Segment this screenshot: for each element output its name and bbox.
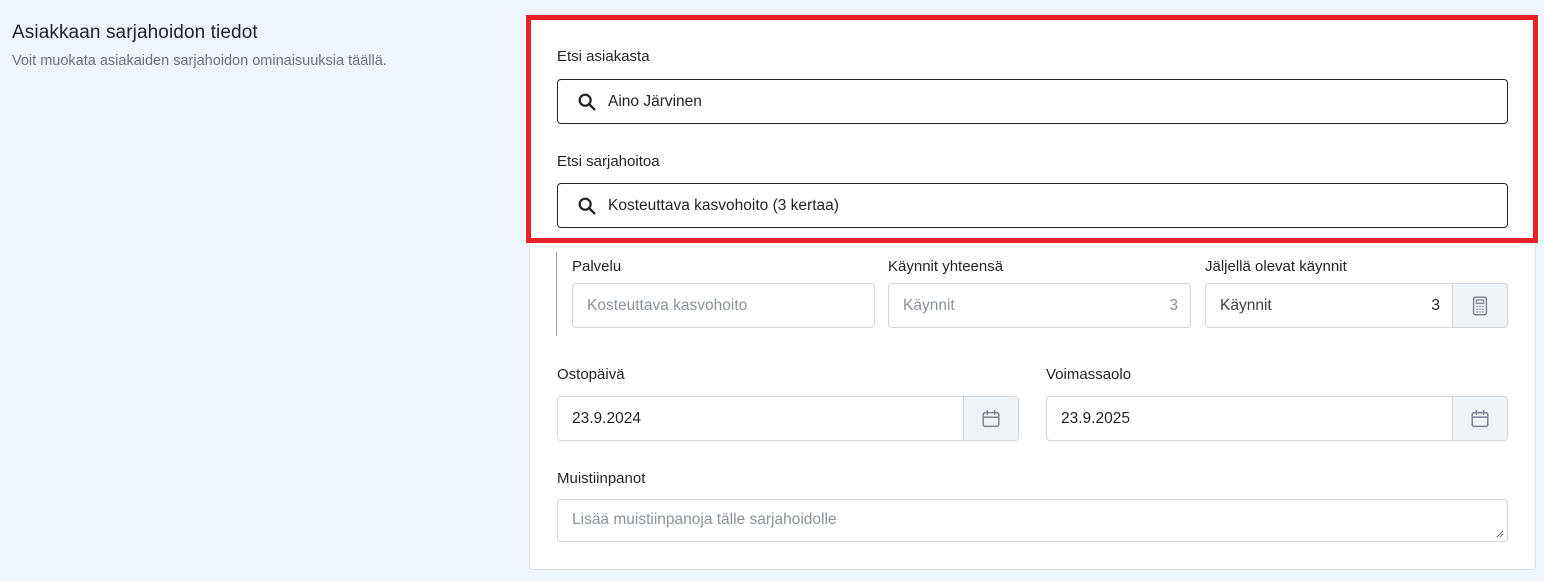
series-search-label: Etsi sarjahoitoa	[557, 153, 660, 170]
visits-total-field[interactable]: Käynnit 3	[888, 283, 1191, 328]
calculator-icon	[1472, 296, 1488, 315]
resize-handle-icon[interactable]	[1495, 529, 1504, 538]
service-field[interactable]: Kosteuttava kasvohoito	[572, 283, 875, 328]
highlight-box: Etsi asiakasta Aino Järvinen Etsi sarjah…	[526, 15, 1538, 243]
calculator-button[interactable]	[1452, 284, 1507, 327]
visits-total-text: Käynnit	[903, 296, 955, 314]
calendar-icon	[982, 409, 1000, 427]
series-search-input[interactable]: Kosteuttava kasvohoito (3 kertaa)	[557, 183, 1508, 228]
validity-label: Voimassaolo	[1046, 366, 1132, 383]
purchase-date-value: 23.9.2024	[572, 409, 641, 427]
purchase-date-picker-button[interactable]	[963, 397, 1018, 440]
notes-textarea[interactable]: Lisää muistiinpanoja tälle sarjahoidolle	[557, 499, 1508, 542]
section-title: Asiakkaan sarjahoidon tiedot	[12, 22, 258, 43]
visits-remaining-label: Jäljellä olevat käynnit	[1205, 258, 1347, 275]
purchase-date-field[interactable]: 23.9.2024	[557, 396, 1019, 441]
series-search-value: Kosteuttava kasvohoito (3 kertaa)	[608, 196, 839, 214]
notes-placeholder: Lisää muistiinpanoja tälle sarjahoidolle	[572, 511, 837, 528]
visits-remaining-field[interactable]: Käynnit 3	[1205, 283, 1508, 328]
section-subtitle: Voit muokata asiakaiden sarjahoidon omin…	[12, 53, 387, 69]
customer-search-label: Etsi asiakasta	[557, 48, 650, 65]
validity-value: 23.9.2025	[1061, 409, 1130, 427]
service-placeholder: Kosteuttava kasvohoito	[587, 296, 748, 314]
customer-search-value: Aino Järvinen	[608, 92, 702, 110]
purchase-date-label: Ostopäivä	[557, 366, 625, 383]
search-icon	[578, 93, 596, 111]
visits-total-value: 3	[1169, 296, 1178, 314]
customer-search-input[interactable]: Aino Järvinen	[557, 79, 1508, 124]
service-label: Palvelu	[572, 258, 622, 275]
search-icon	[578, 197, 596, 215]
visits-remaining-text: Käynnit	[1220, 296, 1272, 314]
visits-remaining-value: 3	[1431, 296, 1440, 314]
visits-total-label: Käynnit yhteensä	[888, 258, 1004, 275]
validity-field[interactable]: 23.9.2025	[1046, 396, 1508, 441]
notes-label: Muistiinpanot	[557, 470, 646, 487]
calendar-icon	[1471, 409, 1489, 427]
section-header: Asiakkaan sarjahoidon tiedot Voit muokat…	[12, 22, 387, 69]
validity-picker-button[interactable]	[1452, 397, 1507, 440]
details-divider	[556, 252, 557, 336]
